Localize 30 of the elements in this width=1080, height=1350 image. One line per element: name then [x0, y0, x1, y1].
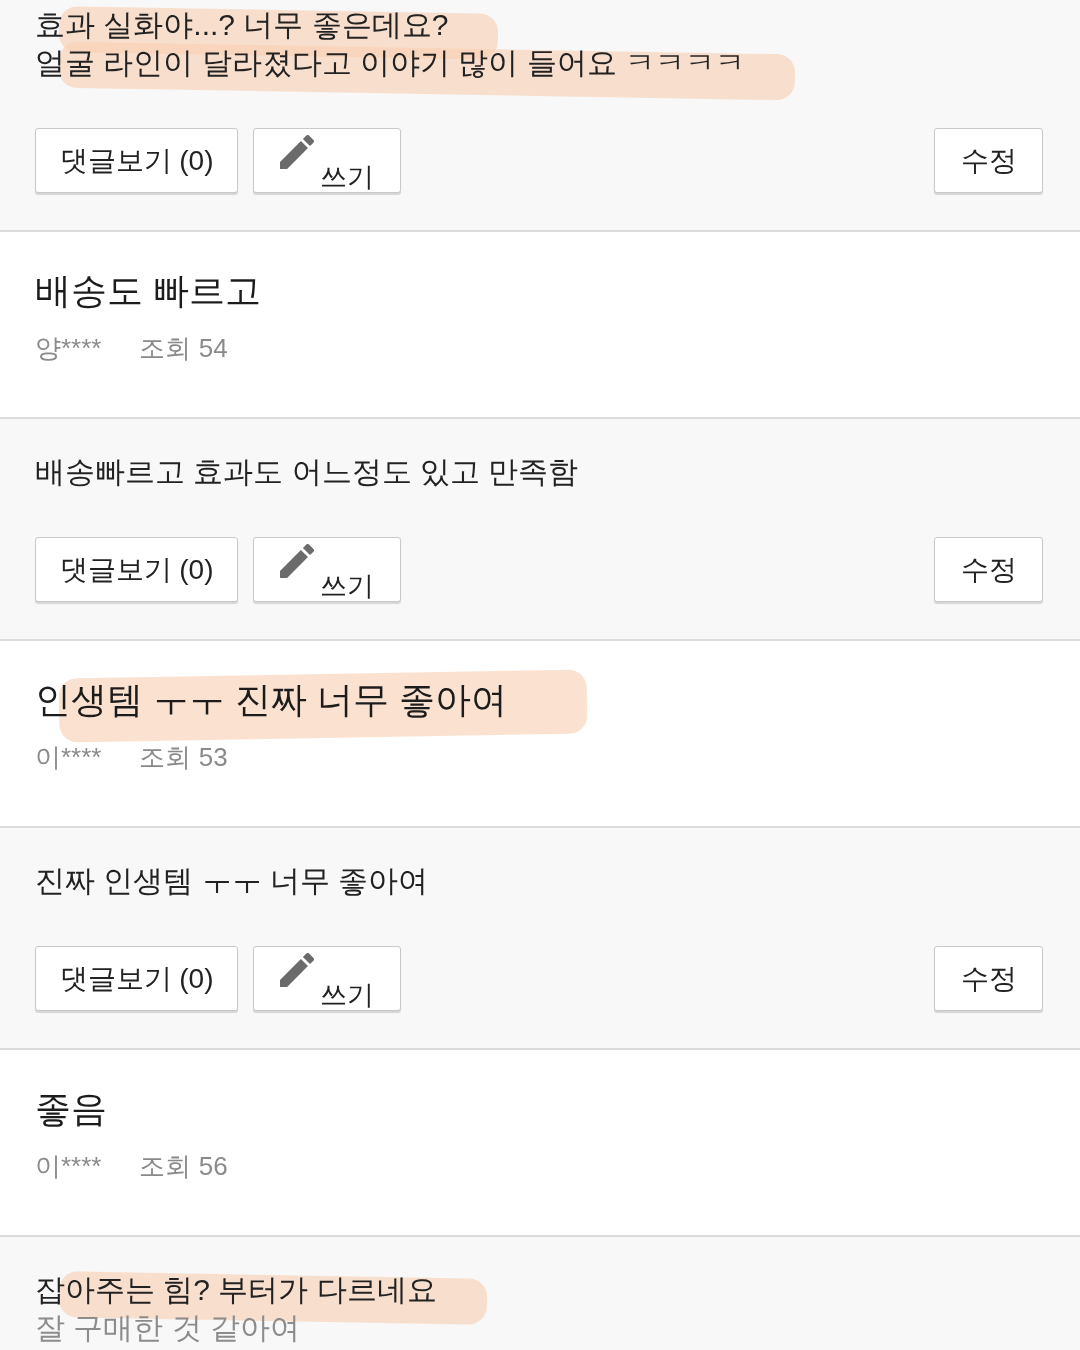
review-text: 잡아주는 힘? 부터가 다르네요	[35, 1272, 437, 1308]
write-button[interactable]: 쓰기	[253, 537, 401, 602]
review-text: 얼굴 라인이 달라졌다고 이야기 많이 들어요 ㅋㅋㅋㅋ	[35, 45, 745, 81]
review-title: 좋음	[35, 1087, 107, 1131]
author-name: 이****	[35, 741, 102, 774]
review-text: 효과 실화야...? 너무 좋은데요?	[35, 7, 449, 43]
write-button[interactable]: 쓰기	[253, 946, 401, 1011]
review-header[interactable]: 인생템 ㅜㅜ 진짜 너무 좋아여 이**** 조회 53	[0, 641, 1080, 828]
view-count: 조회 53	[139, 741, 228, 774]
view-count: 조회 56	[139, 1150, 228, 1183]
comments-button[interactable]: 댓글보기 (0)	[35, 537, 238, 602]
view-count: 조회 54	[139, 332, 228, 365]
write-button[interactable]: 쓰기	[253, 128, 401, 193]
edit-button[interactable]: 수정	[934, 128, 1043, 193]
pencil-icon	[280, 135, 314, 169]
review-header[interactable]: 좋음 이**** 조회 56	[0, 1050, 1080, 1237]
edit-button[interactable]: 수정	[934, 537, 1043, 602]
review-text: 잘 구매한 것 같아여	[35, 1310, 300, 1346]
review-header[interactable]: 배송도 빠르고 양**** 조회 54	[0, 232, 1080, 419]
edit-button[interactable]: 수정	[934, 946, 1043, 1011]
comments-button[interactable]: 댓글보기 (0)	[35, 128, 238, 193]
comments-button[interactable]: 댓글보기 (0)	[35, 946, 238, 1011]
review-text: 진짜 인생템 ㅜㅜ 너무 좋아여	[35, 863, 429, 899]
review-title: 배송도 빠르고	[35, 269, 261, 313]
author-name: 이****	[35, 1150, 102, 1183]
review-text: 배송빠르고 효과도 어느정도 있고 만족함	[35, 454, 579, 490]
review-title: 인생템 ㅜㅜ 진짜 너무 좋아여	[35, 678, 507, 722]
pencil-icon	[280, 953, 314, 987]
pencil-icon	[280, 544, 314, 578]
author-name: 양****	[35, 332, 102, 365]
